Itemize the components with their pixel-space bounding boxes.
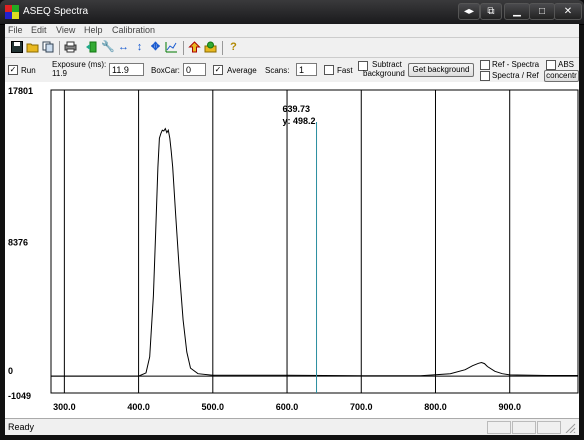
toolbar-separator bbox=[222, 41, 223, 55]
cursor-x-readout: 639.73 bbox=[283, 104, 311, 114]
scans-input[interactable]: 1 bbox=[296, 63, 317, 76]
y-tick-label: 8376 bbox=[8, 238, 28, 248]
background-label: background bbox=[363, 69, 405, 78]
left-right-arrows-icon: ◂▸ bbox=[463, 6, 475, 17]
status-pane bbox=[487, 421, 511, 434]
cursor-y-readout: y: 498.2 bbox=[283, 116, 316, 126]
menu-view[interactable]: View bbox=[56, 25, 75, 35]
copy-icon[interactable] bbox=[42, 41, 55, 54]
exit-icon[interactable] bbox=[85, 41, 98, 54]
y-tick-label: 0 bbox=[8, 366, 13, 376]
abs-label: ABS bbox=[558, 60, 575, 69]
window-title: ASEQ Spectra bbox=[23, 6, 89, 17]
status-pane bbox=[512, 421, 536, 434]
resize-grip-icon[interactable] bbox=[562, 421, 576, 434]
vertical-arrows-icon[interactable]: ↕ bbox=[133, 41, 146, 54]
x-tick-label: 900.0 bbox=[498, 402, 521, 412]
concentration-button[interactable]: concentr bbox=[544, 70, 579, 82]
open-folder-icon[interactable] bbox=[26, 41, 39, 54]
wrench-icon[interactable]: 🔧 bbox=[101, 41, 115, 54]
window-restore-icon: ⧉ bbox=[487, 6, 495, 17]
get-background-button[interactable]: Get background bbox=[408, 63, 474, 77]
x-tick-label: 400.0 bbox=[127, 402, 150, 412]
restore-button[interactable]: ⧉ bbox=[480, 3, 502, 20]
menu-calibration[interactable]: Calibration bbox=[112, 25, 155, 35]
plot-frame bbox=[50, 89, 579, 394]
spectra-ref-checkbox[interactable] bbox=[480, 71, 490, 81]
menu-edit[interactable]: Edit bbox=[31, 25, 47, 35]
maximize-icon: □ bbox=[538, 6, 546, 17]
maximize-button[interactable]: □ bbox=[529, 3, 555, 20]
status-pane bbox=[537, 421, 561, 434]
resize-arrows-button[interactable]: ◂▸ bbox=[458, 3, 480, 20]
ref-spectra-checkbox[interactable] bbox=[480, 60, 490, 70]
run-label: Run bbox=[21, 66, 36, 75]
x-tick-label: 500.0 bbox=[202, 402, 225, 412]
horizontal-arrows-icon[interactable]: ↔ bbox=[117, 41, 130, 54]
help-icon[interactable]: ? bbox=[227, 41, 240, 54]
settings-icon[interactable] bbox=[204, 41, 217, 54]
spectra-ref-label: Spectra / Ref bbox=[492, 71, 539, 80]
x-tick-label: 700.0 bbox=[350, 402, 373, 412]
exposure-label: Exposure (ms): bbox=[52, 60, 107, 69]
exposure-current: 11.9 bbox=[52, 69, 67, 78]
boxcar-input[interactable]: 0 bbox=[183, 63, 206, 76]
y-tick-label: -1049 bbox=[8, 391, 31, 401]
autoscale-icon[interactable] bbox=[165, 41, 178, 54]
fast-checkbox[interactable] bbox=[324, 65, 334, 75]
minimize-button[interactable]: ▁ bbox=[504, 3, 530, 20]
average-label: Average bbox=[227, 66, 257, 75]
spectrum-plot[interactable]: 17801 8376 0 -1049 300.0 400.0 500.0 600.0 700.… bbox=[5, 82, 579, 418]
move-arrows-icon[interactable]: ✥ bbox=[149, 41, 162, 54]
close-icon: ✕ bbox=[563, 6, 573, 17]
x-tick-label: 300.0 bbox=[53, 402, 76, 412]
fast-label: Fast bbox=[337, 66, 353, 75]
menu-help[interactable]: Help bbox=[84, 25, 103, 35]
toolbar-separator bbox=[59, 41, 60, 55]
print-icon[interactable] bbox=[64, 41, 77, 54]
app-icon bbox=[5, 5, 19, 19]
status-bar: Ready bbox=[5, 418, 579, 435]
y-tick-label: 17801 bbox=[8, 86, 33, 96]
spectrum-chart[interactable]: 17801 8376 0 -1049 300.0 400.0 500.0 600.0 700.… bbox=[5, 82, 579, 418]
average-checkbox[interactable]: ✓ bbox=[213, 65, 223, 75]
title-bar[interactable]: ASEQ Spectra ◂▸ ⧉ ▁ □ ✕ bbox=[0, 0, 584, 25]
x-tick-label: 800.0 bbox=[424, 402, 447, 412]
upload-icon[interactable] bbox=[188, 41, 201, 54]
x-tick-label: 600.0 bbox=[276, 402, 299, 412]
abs-checkbox[interactable] bbox=[546, 60, 556, 70]
subtract-label: Subtract bbox=[372, 60, 402, 69]
run-checkbox[interactable]: ✓ bbox=[8, 65, 18, 75]
ref-spectra-label: Ref - Spectra bbox=[492, 60, 540, 69]
status-text: Ready bbox=[8, 422, 35, 432]
scans-label: Scans: bbox=[265, 66, 290, 75]
toolbar-separator bbox=[183, 41, 184, 55]
menu-bar: File Edit View Help Calibration bbox=[5, 24, 579, 37]
toolbar: 🔧 ↔ ↕ ✥ ? bbox=[5, 37, 579, 58]
acquisition-controls: ✓ Run Exposure (ms): 11.9 11.9 BoxCar: 0… bbox=[5, 57, 579, 83]
minimize-icon: ▁ bbox=[513, 6, 521, 17]
close-button[interactable]: ✕ bbox=[554, 3, 582, 20]
save-icon[interactable] bbox=[10, 41, 23, 54]
app-window: ASEQ Spectra ◂▸ ⧉ ▁ □ ✕ File Edit View H… bbox=[0, 0, 584, 440]
exposure-input[interactable]: 11.9 bbox=[109, 63, 144, 76]
menu-file[interactable]: File bbox=[8, 25, 23, 35]
boxcar-label: BoxCar: bbox=[151, 66, 180, 75]
